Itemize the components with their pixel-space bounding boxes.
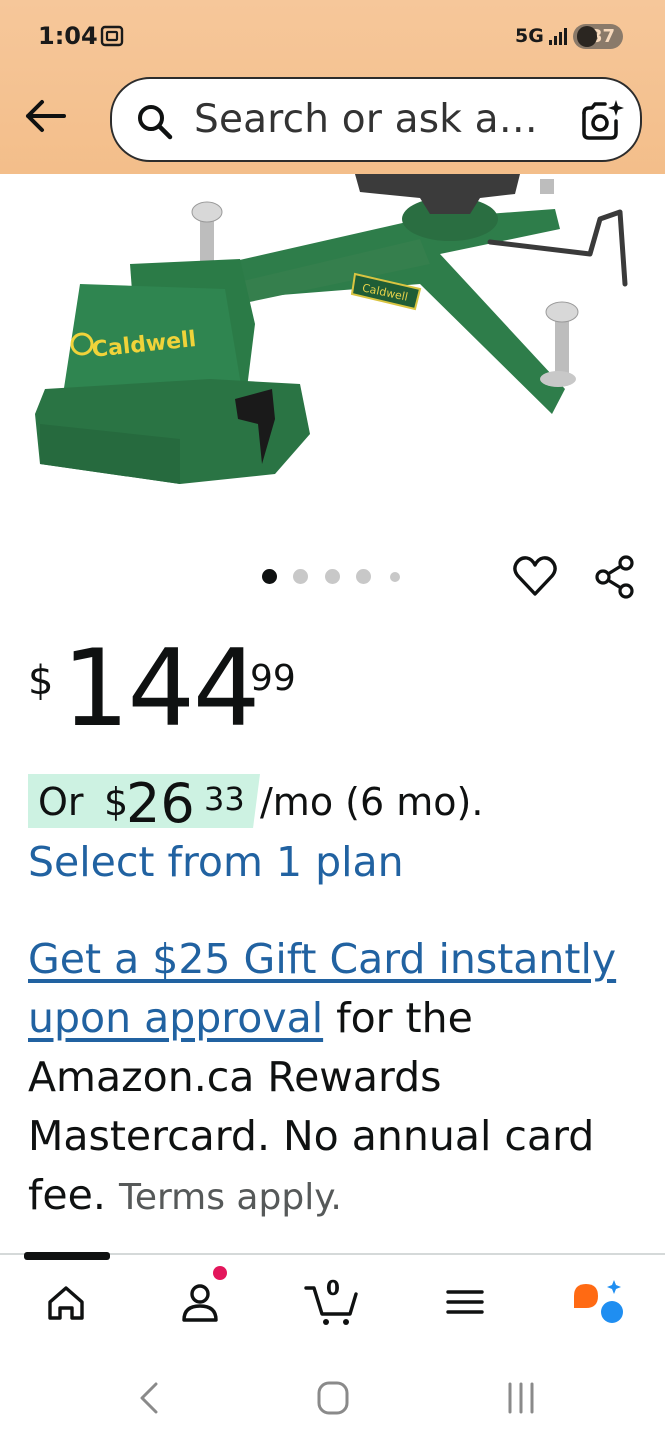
installment-symbol: $ bbox=[104, 780, 129, 824]
installment-prefix: Or bbox=[38, 780, 84, 824]
carousel-dot[interactable] bbox=[390, 572, 400, 582]
bottom-navigation: 0 bbox=[0, 1256, 665, 1340]
installment-whole: 26 bbox=[126, 772, 195, 835]
system-back-icon[interactable] bbox=[124, 1378, 174, 1418]
credit-card-promo: Get a $25 Gift Card instantly upon appro… bbox=[28, 930, 648, 1227]
system-navigation-bar bbox=[0, 1340, 665, 1440]
system-recents-icon[interactable] bbox=[496, 1378, 546, 1418]
image-carousel-dots[interactable] bbox=[262, 566, 412, 586]
product-image[interactable]: Caldwell Caldwell bbox=[0, 174, 665, 524]
cart-button[interactable]: 0 bbox=[302, 1274, 362, 1330]
search-icon bbox=[138, 105, 173, 140]
price-fraction: 99 bbox=[250, 658, 296, 699]
profile-notification-badge bbox=[213, 1266, 227, 1280]
price-symbol: $ bbox=[28, 658, 54, 704]
cart-count: 0 bbox=[326, 1276, 340, 1300]
status-time: 1:04 bbox=[38, 22, 98, 50]
installment-suffix: /mo (6 mo). bbox=[260, 780, 484, 824]
camera-search-icon[interactable] bbox=[578, 99, 624, 143]
search-placeholder: Search or ask a… bbox=[194, 97, 538, 142]
battery-charging-icon bbox=[577, 26, 597, 47]
price-whole: 144 bbox=[62, 627, 260, 750]
screenshot-icon bbox=[100, 25, 124, 47]
select-plan-link[interactable]: Select from 1 plan bbox=[28, 838, 404, 886]
profile-icon[interactable] bbox=[170, 1274, 230, 1330]
carousel-dot[interactable] bbox=[293, 569, 308, 584]
search-input[interactable]: Search or ask a… bbox=[110, 77, 642, 162]
network-type: 5G bbox=[515, 25, 544, 47]
home-icon[interactable] bbox=[36, 1274, 96, 1330]
signal-icon bbox=[549, 28, 567, 45]
app-header: 1:04 5G 37 Search or ask a… bbox=[0, 0, 665, 174]
status-bar: 1:04 5G 37 bbox=[0, 0, 665, 72]
menu-icon[interactable] bbox=[435, 1274, 495, 1330]
installment-fraction: 33 bbox=[204, 780, 245, 818]
back-arrow-icon[interactable] bbox=[20, 94, 68, 138]
rufus-assistant-icon[interactable] bbox=[568, 1274, 628, 1330]
carousel-dot-active[interactable] bbox=[262, 569, 277, 584]
battery-indicator: 37 bbox=[573, 24, 623, 49]
carousel-dot[interactable] bbox=[356, 569, 371, 584]
terms-text[interactable]: Terms apply. bbox=[119, 1177, 342, 1218]
heart-icon[interactable] bbox=[512, 554, 558, 598]
carousel-dot[interactable] bbox=[325, 569, 340, 584]
system-home-icon[interactable] bbox=[308, 1378, 358, 1418]
share-icon[interactable] bbox=[593, 554, 637, 600]
